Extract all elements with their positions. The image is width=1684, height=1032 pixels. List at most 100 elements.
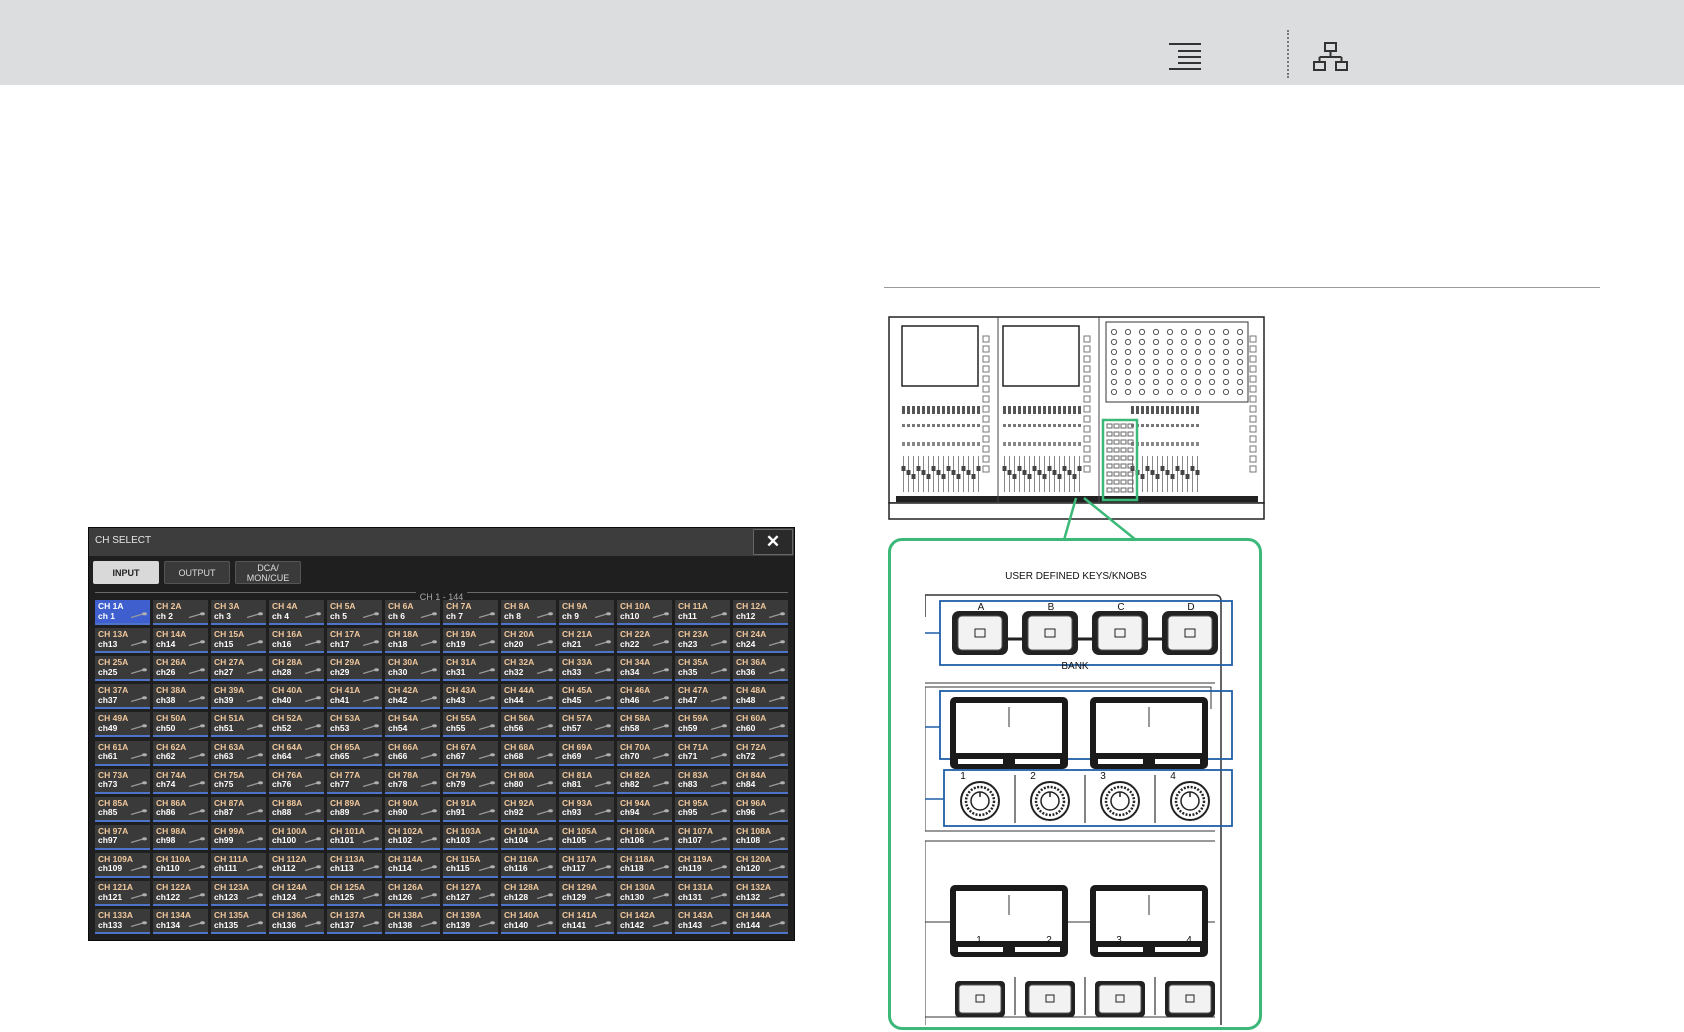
channel-button[interactable]: CH 12A ch12 — [733, 600, 788, 625]
channel-button[interactable]: CH 8A ch 8 — [501, 600, 556, 625]
channel-button[interactable]: CH 17A ch17 — [327, 628, 382, 654]
channel-button[interactable]: CH 112A ch112 — [269, 852, 324, 878]
channel-button[interactable]: CH 33A ch33 — [559, 656, 614, 682]
channel-button[interactable]: CH 115A ch115 — [443, 852, 498, 878]
channel-button[interactable]: CH 86A ch86 — [153, 796, 208, 822]
channel-button[interactable]: CH 78A ch78 — [385, 768, 440, 794]
channel-button[interactable]: CH 119A ch119 — [675, 852, 730, 878]
channel-button[interactable]: CH 91A ch91 — [443, 796, 498, 822]
channel-button[interactable]: CH 18A ch18 — [385, 628, 440, 654]
channel-button[interactable]: CH 143A ch143 — [675, 909, 730, 935]
channel-button[interactable]: CH 95A ch95 — [675, 796, 730, 822]
channel-button[interactable]: CH 9A ch 9 — [559, 600, 614, 625]
channel-button[interactable]: CH 122A ch122 — [153, 881, 208, 906]
channel-button[interactable]: CH 92A ch92 — [501, 796, 556, 822]
channel-button[interactable]: CH 133A ch133 — [95, 909, 150, 935]
channel-button[interactable]: CH 72A ch72 — [733, 740, 788, 766]
channel-button[interactable]: CH 128A ch128 — [501, 881, 556, 906]
channel-button[interactable]: CH 54A ch54 — [385, 712, 440, 738]
channel-button[interactable]: CH 32A ch32 — [501, 656, 556, 682]
channel-button[interactable]: CH 1A ch 1 — [95, 600, 150, 625]
channel-button[interactable]: CH 138A ch138 — [385, 909, 440, 935]
channel-button[interactable]: CH 121A ch121 — [95, 881, 150, 906]
channel-button[interactable]: CH 114A ch114 — [385, 852, 440, 878]
channel-button[interactable]: CH 41A ch41 — [327, 684, 382, 710]
channel-button[interactable]: CH 90A ch90 — [385, 796, 440, 822]
channel-button[interactable]: CH 26A ch26 — [153, 656, 208, 682]
channel-button[interactable]: CH 105A ch105 — [559, 824, 614, 850]
channel-button[interactable]: CH 42A ch42 — [385, 684, 440, 710]
bank-key-c[interactable] — [1092, 611, 1148, 655]
channel-button[interactable]: CH 25A ch25 — [95, 656, 150, 682]
tab-dca-mon-cue[interactable]: DCA/ MON/CUE — [235, 561, 301, 584]
channel-button[interactable]: CH 84A ch84 — [733, 768, 788, 794]
channel-button[interactable]: CH 31A ch31 — [443, 656, 498, 682]
channel-button[interactable]: CH 116A ch116 — [501, 852, 556, 878]
channel-button[interactable]: CH 131A ch131 — [675, 881, 730, 906]
channel-button[interactable]: CH 99A ch99 — [211, 824, 266, 850]
channel-button[interactable]: CH 37A ch37 — [95, 684, 150, 710]
channel-button[interactable]: CH 53A ch53 — [327, 712, 382, 738]
channel-button[interactable]: CH 65A ch65 — [327, 740, 382, 766]
channel-button[interactable]: CH 35A ch35 — [675, 656, 730, 682]
user-key-1[interactable] — [955, 981, 1005, 1017]
bank-key-b[interactable] — [1022, 611, 1078, 655]
channel-button[interactable]: CH 136A ch136 — [269, 909, 324, 935]
channel-button[interactable]: CH 140A ch140 — [501, 909, 556, 935]
channel-button[interactable]: CH 132A ch132 — [733, 881, 788, 906]
channel-button[interactable]: CH 102A ch102 — [385, 824, 440, 850]
channel-button[interactable]: CH 14A ch14 — [153, 628, 208, 654]
channel-button[interactable]: CH 15A ch15 — [211, 628, 266, 654]
channel-button[interactable]: CH 4A ch 4 — [269, 600, 324, 625]
channel-button[interactable]: CH 117A ch117 — [559, 852, 614, 878]
channel-button[interactable]: CH 75A ch75 — [211, 768, 266, 794]
channel-button[interactable]: CH 96A ch96 — [733, 796, 788, 822]
bank-key-a[interactable] — [952, 611, 1008, 655]
channel-button[interactable]: CH 142A ch142 — [617, 909, 672, 935]
channel-button[interactable]: CH 76A ch76 — [269, 768, 324, 794]
channel-button[interactable]: CH 68A ch68 — [501, 740, 556, 766]
channel-button[interactable]: CH 69A ch69 — [559, 740, 614, 766]
channel-button[interactable]: CH 59A ch59 — [675, 712, 730, 738]
channel-button[interactable]: CH 56A ch56 — [501, 712, 556, 738]
channel-button[interactable]: CH 52A ch52 — [269, 712, 324, 738]
channel-button[interactable]: CH 40A ch40 — [269, 684, 324, 710]
channel-button[interactable]: CH 48A ch48 — [733, 684, 788, 710]
channel-button[interactable]: CH 67A ch67 — [443, 740, 498, 766]
channel-button[interactable]: CH 39A ch39 — [211, 684, 266, 710]
channel-button[interactable]: CH 23A ch23 — [675, 628, 730, 654]
channel-button[interactable]: CH 7A ch 7 — [443, 600, 498, 625]
channel-button[interactable]: CH 19A ch19 — [443, 628, 498, 654]
user-key-2[interactable] — [1025, 981, 1075, 1017]
channel-button[interactable]: CH 71A ch71 — [675, 740, 730, 766]
channel-button[interactable]: CH 89A ch89 — [327, 796, 382, 822]
channel-button[interactable]: CH 21A ch21 — [559, 628, 614, 654]
channel-button[interactable]: CH 80A ch80 — [501, 768, 556, 794]
channel-button[interactable]: CH 94A ch94 — [617, 796, 672, 822]
channel-button[interactable]: CH 30A ch30 — [385, 656, 440, 682]
knob-1[interactable] — [960, 781, 1000, 821]
channel-button[interactable]: CH 93A ch93 — [559, 796, 614, 822]
channel-button[interactable]: CH 62A ch62 — [153, 740, 208, 766]
channel-button[interactable]: CH 11A ch11 — [675, 600, 730, 625]
channel-button[interactable]: CH 108A ch108 — [733, 824, 788, 850]
channel-button[interactable]: CH 129A ch129 — [559, 881, 614, 906]
channel-button[interactable]: CH 113A ch113 — [327, 852, 382, 878]
channel-button[interactable]: CH 73A ch73 — [95, 768, 150, 794]
channel-button[interactable]: CH 100A ch100 — [269, 824, 324, 850]
channel-button[interactable]: CH 2A ch 2 — [153, 600, 208, 625]
tab-input[interactable]: INPUT — [93, 561, 159, 584]
channel-button[interactable]: CH 79A ch79 — [443, 768, 498, 794]
channel-button[interactable]: CH 74A ch74 — [153, 768, 208, 794]
channel-button[interactable]: CH 27A ch27 — [211, 656, 266, 682]
channel-button[interactable]: CH 64A ch64 — [269, 740, 324, 766]
channel-button[interactable]: CH 61A ch61 — [95, 740, 150, 766]
channel-button[interactable]: CH 10A ch10 — [617, 600, 672, 625]
channel-button[interactable]: CH 22A ch22 — [617, 628, 672, 654]
channel-button[interactable]: CH 55A ch55 — [443, 712, 498, 738]
channel-button[interactable]: CH 104A ch104 — [501, 824, 556, 850]
channel-button[interactable]: CH 5A ch 5 — [327, 600, 382, 625]
menu-lines-icon[interactable] — [1169, 42, 1203, 75]
channel-button[interactable]: CH 51A ch51 — [211, 712, 266, 738]
channel-button[interactable]: CH 144A ch144 — [733, 909, 788, 935]
